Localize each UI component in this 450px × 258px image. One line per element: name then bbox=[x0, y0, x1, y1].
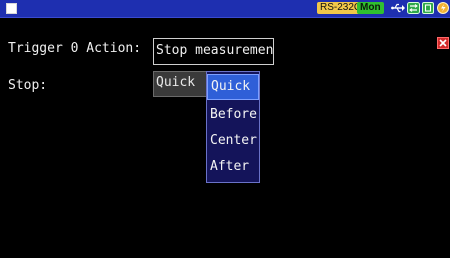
close-icon bbox=[439, 39, 447, 47]
stop-dropdown-list: Quick Before Center After bbox=[206, 71, 260, 183]
stop-label: Stop: bbox=[8, 78, 48, 93]
instrument-screen: RS-232C Mon Trigger 0 Action: Stop measu… bbox=[0, 0, 450, 258]
dropdown-option-after[interactable]: After bbox=[207, 154, 259, 180]
dropdown-option-before[interactable]: Before bbox=[207, 102, 259, 128]
lan-icon bbox=[407, 2, 420, 14]
close-button[interactable] bbox=[437, 37, 449, 49]
dropdown-option-center[interactable]: Center bbox=[207, 128, 259, 154]
menu-square-icon[interactable] bbox=[6, 3, 17, 14]
power-icon bbox=[437, 2, 449, 14]
dropdown-option-quick[interactable]: Quick bbox=[207, 74, 259, 100]
sd-card-icon bbox=[422, 2, 434, 14]
usb-icon bbox=[391, 3, 405, 13]
stop-select[interactable]: Quick bbox=[153, 71, 207, 97]
trigger-action-label: Trigger 0 Action: bbox=[8, 41, 142, 56]
status-bar: RS-232C Mon bbox=[0, 0, 450, 18]
trigger-action-field[interactable]: Stop measurement bbox=[153, 38, 274, 65]
monitor-mode-badge: Mon bbox=[357, 2, 384, 14]
